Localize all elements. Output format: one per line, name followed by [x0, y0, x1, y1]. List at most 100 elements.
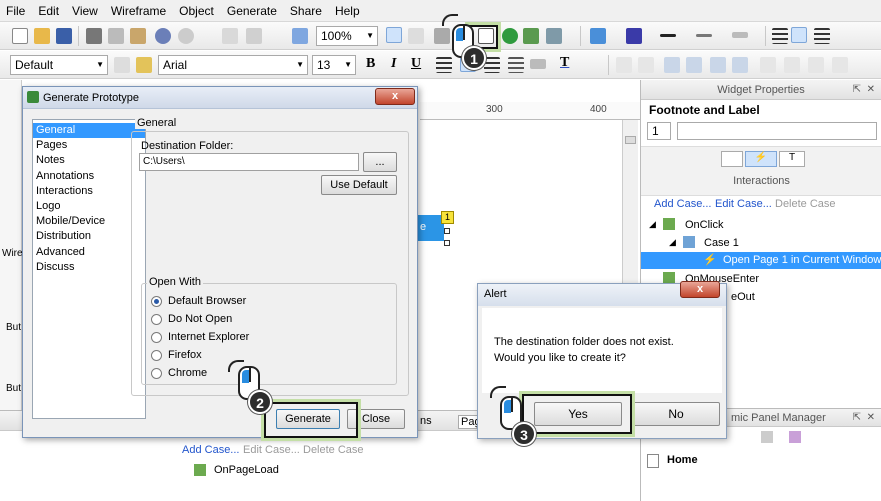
send-back-icon[interactable] [686, 57, 702, 73]
open-folder-icon[interactable] [34, 28, 50, 44]
menu-generate[interactable]: Generate [227, 4, 277, 18]
align-left-icon[interactable] [772, 28, 788, 44]
alert-close-button[interactable]: x [680, 281, 720, 298]
spacing-icon[interactable] [832, 57, 848, 73]
tab-interactions[interactable]: ns [420, 415, 452, 427]
edit-case-link[interactable]: Edit Case... [715, 198, 772, 210]
menu-share[interactable]: Share [290, 4, 322, 18]
notes-tab-icon[interactable] [721, 151, 743, 167]
tree-onclick[interactable]: OnClick [685, 219, 724, 231]
line-color-icon[interactable] [626, 28, 642, 44]
line-weight-icon[interactable] [660, 34, 676, 37]
tree-selected-row[interactable]: ⚡ Open Page 1 in Current Window [641, 252, 881, 269]
spellcheck-icon[interactable] [292, 28, 308, 44]
send-backward-icon[interactable] [732, 57, 748, 73]
radio-default-browser[interactable]: Default Browser [151, 295, 246, 307]
nav-mobile-device[interactable]: Mobile/Device [33, 214, 145, 229]
destination-folder-input[interactable]: C:\Users\ [139, 153, 359, 171]
arrange-icon[interactable] [616, 57, 632, 73]
text-align-left-icon[interactable] [436, 57, 452, 73]
redo-icon[interactable] [178, 28, 194, 44]
style-editor-icon[interactable] [114, 57, 130, 73]
nav-discuss[interactable]: Discuss [33, 260, 145, 275]
nav-advanced[interactable]: Advanced [33, 245, 145, 260]
scrollbar-thumb[interactable] [625, 136, 636, 144]
align-center-icon[interactable] [791, 27, 807, 43]
bring-forward-icon[interactable] [710, 57, 726, 73]
tree-case-1[interactable]: Case 1 [704, 237, 739, 249]
add-case-link[interactable]: Add Case... [182, 444, 239, 456]
pointer-icon[interactable] [246, 28, 262, 44]
bring-front-icon[interactable] [664, 57, 680, 73]
distribute-icon[interactable] [784, 57, 800, 73]
radio-firefox[interactable]: Firefox [151, 349, 202, 361]
close-icon[interactable]: ✕ [867, 80, 875, 100]
font-select[interactable]: Arial ▼ [158, 55, 308, 75]
delete-case-link[interactable]: Delete Case [303, 444, 364, 456]
menu-wireframe[interactable]: Wireframe [111, 4, 166, 18]
font-size-select[interactable]: 13 ▼ [312, 55, 356, 75]
copy-icon[interactable] [108, 28, 124, 44]
link-icon[interactable] [530, 59, 546, 69]
expand-icon[interactable]: ◢ [669, 237, 676, 248]
add-case-link[interactable]: Add Case... [654, 198, 711, 210]
size-icon[interactable] [808, 57, 824, 73]
tree-onmouseout[interactable]: eOut [731, 291, 755, 303]
pin-icon[interactable]: ⇱ [853, 409, 861, 427]
edit-case-link[interactable]: Edit Case... [243, 444, 300, 456]
browse-button[interactable]: ... [363, 152, 397, 172]
zoom-select[interactable]: 100% ▼ [316, 26, 378, 46]
align-right-icon[interactable] [814, 28, 830, 44]
publish-icon[interactable] [523, 28, 539, 44]
tree-icon[interactable] [434, 28, 450, 44]
delete-icon[interactable] [761, 431, 773, 443]
label-field[interactable] [677, 122, 877, 140]
fill-color-icon[interactable] [590, 28, 606, 44]
text-color-button[interactable]: T [560, 55, 569, 71]
menu-file[interactable]: File [6, 4, 25, 18]
bold-button[interactable]: B [366, 56, 375, 72]
nav-general[interactable]: General [33, 123, 145, 139]
select-mode-icon[interactable] [386, 27, 402, 43]
style-tab-icon[interactable]: T [779, 151, 805, 167]
radio-chrome[interactable]: Chrome [151, 367, 207, 379]
expand-icon[interactable]: ◢ [649, 219, 656, 230]
menu-object[interactable]: Object [179, 4, 214, 18]
pin-icon[interactable]: ⇱ [853, 80, 861, 100]
nav-distribution[interactable]: Distribution [33, 229, 145, 244]
radio-internet-explorer[interactable]: Internet Explorer [151, 331, 249, 343]
underline-button[interactable]: U [411, 56, 421, 72]
nav-interactions[interactable]: Interactions [33, 184, 145, 199]
nav-notes[interactable]: Notes [33, 153, 145, 168]
menu-edit[interactable]: Edit [38, 4, 59, 18]
interactions-tab-icon[interactable]: ⚡ [745, 151, 777, 167]
menu-help[interactable]: Help [335, 4, 360, 18]
cut-icon[interactable] [86, 28, 102, 44]
line-style-icon[interactable] [696, 34, 712, 37]
group-icon[interactable] [638, 57, 654, 73]
connector-icon[interactable] [408, 28, 424, 44]
style-select[interactable]: Default ▼ [10, 55, 108, 75]
align-objects-icon[interactable] [760, 57, 776, 73]
new-file-icon[interactable] [12, 28, 28, 44]
dialog-close-button[interactable]: x [375, 88, 415, 105]
nav-pages[interactable]: Pages [33, 138, 145, 153]
bullet-list-icon[interactable] [508, 57, 524, 73]
radio-do-not-open[interactable]: Do Not Open [151, 313, 232, 325]
text-align-right-icon[interactable] [484, 57, 500, 73]
delete-case-link[interactable]: Delete Case [775, 198, 836, 210]
footnote-field[interactable]: 1 [647, 122, 671, 140]
undo-icon[interactable] [155, 28, 171, 44]
paste-icon[interactable] [130, 28, 146, 44]
resize-handle[interactable] [444, 240, 450, 246]
menu-view[interactable]: View [72, 4, 98, 18]
word-spec-icon[interactable] [546, 28, 562, 44]
format-painter-icon[interactable] [136, 57, 152, 73]
home-page-item[interactable]: Home [667, 454, 698, 466]
arrow-style-icon[interactable] [732, 32, 748, 38]
close-icon[interactable]: ✕ [867, 409, 875, 427]
use-default-button[interactable]: Use Default [321, 175, 397, 195]
italic-button[interactable]: I [391, 56, 396, 72]
format-painter-icon[interactable] [222, 28, 238, 44]
nav-annotations[interactable]: Annotations [33, 169, 145, 184]
